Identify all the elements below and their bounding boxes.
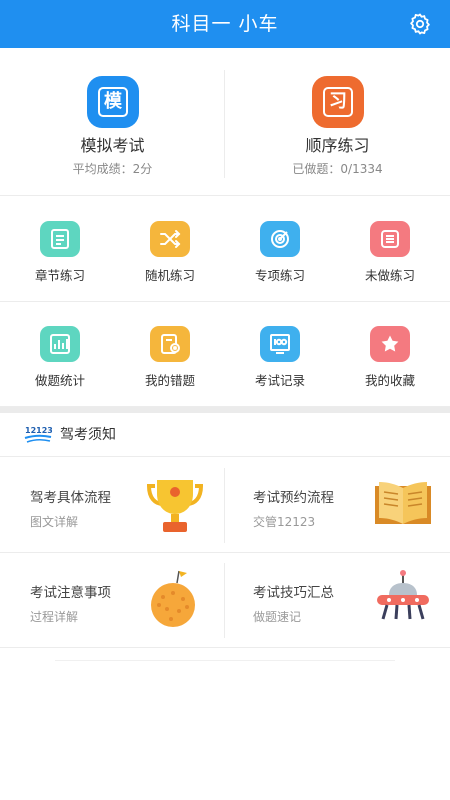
chapter-icon	[40, 221, 80, 257]
target-icon	[260, 221, 300, 257]
star-icon	[370, 326, 410, 362]
mock-exam-icon: 模	[87, 76, 139, 128]
random-practice-button[interactable]: 随机练习	[114, 197, 226, 302]
page-title: 科目一 小车	[171, 13, 279, 35]
exam-tips-card[interactable]: 考试技巧汇总 做题速记	[225, 553, 450, 648]
questions-done: 已做题：0/1334	[292, 162, 383, 176]
chapter-practice-button[interactable]: 章节练习	[4, 197, 116, 302]
notice-header: 12123 驾考须知	[0, 413, 450, 457]
exam-booking-card[interactable]: 考试预约流程 交管12123	[225, 458, 450, 553]
list-icon	[370, 221, 410, 257]
stats-icon	[40, 326, 80, 362]
top-bar: 科目一 小车	[0, 0, 450, 48]
book-icon	[375, 482, 431, 524]
special-practice-button[interactable]: 专项练习	[224, 197, 336, 302]
gear-icon[interactable]	[408, 12, 432, 36]
divider	[55, 660, 395, 661]
notice-title: 驾考须知	[60, 427, 116, 443]
notice-row-2: 考试注意事项 过程详解 考试技巧汇总 做题速记	[0, 553, 450, 648]
practice-grid-row-2: 做题统计 我的错题 考试记录 我的收藏	[0, 302, 450, 407]
wrong-icon	[150, 326, 190, 362]
sequential-practice-icon: 习	[312, 76, 364, 128]
undone-practice-button[interactable]: 未做练习	[334, 197, 446, 302]
favorites-button[interactable]: 我的收藏	[334, 302, 446, 407]
practice-grid-row-1: 章节练习 随机练习 专项练习 未做练习	[0, 197, 450, 302]
mock-exam-card[interactable]: 模 模拟考试 平均成绩：2分	[0, 48, 225, 196]
notice-row-1: 驾考具体流程 图文详解 考试预约流程 交管12123	[0, 458, 450, 553]
shuffle-icon	[150, 221, 190, 257]
exam-process-card[interactable]: 驾考具体流程 图文详解	[0, 458, 225, 553]
exam-notes-card[interactable]: 考试注意事项 过程详解	[0, 553, 225, 648]
trophy-icon	[146, 480, 204, 532]
svg-text:12123: 12123	[25, 426, 52, 435]
ufo-icon	[377, 570, 429, 620]
orange-ball-icon	[151, 570, 195, 627]
exam-records-button[interactable]: 考试记录	[224, 302, 336, 407]
12123-logo-icon: 12123	[24, 426, 52, 443]
average-score: 平均成绩：2分	[72, 162, 153, 176]
main-practice-section: 模 模拟考试 平均成绩：2分 习 顺序练习 已做题：0/1334	[0, 48, 450, 196]
record-icon	[260, 326, 300, 362]
mock-exam-title: 模拟考试	[80, 136, 145, 155]
sequential-practice-card[interactable]: 习 顺序练习 已做题：0/1334	[225, 48, 450, 196]
wrong-questions-button[interactable]: 我的错题	[114, 302, 226, 407]
sequential-practice-title: 顺序练习	[305, 136, 370, 155]
stats-button[interactable]: 做题统计	[4, 302, 116, 407]
